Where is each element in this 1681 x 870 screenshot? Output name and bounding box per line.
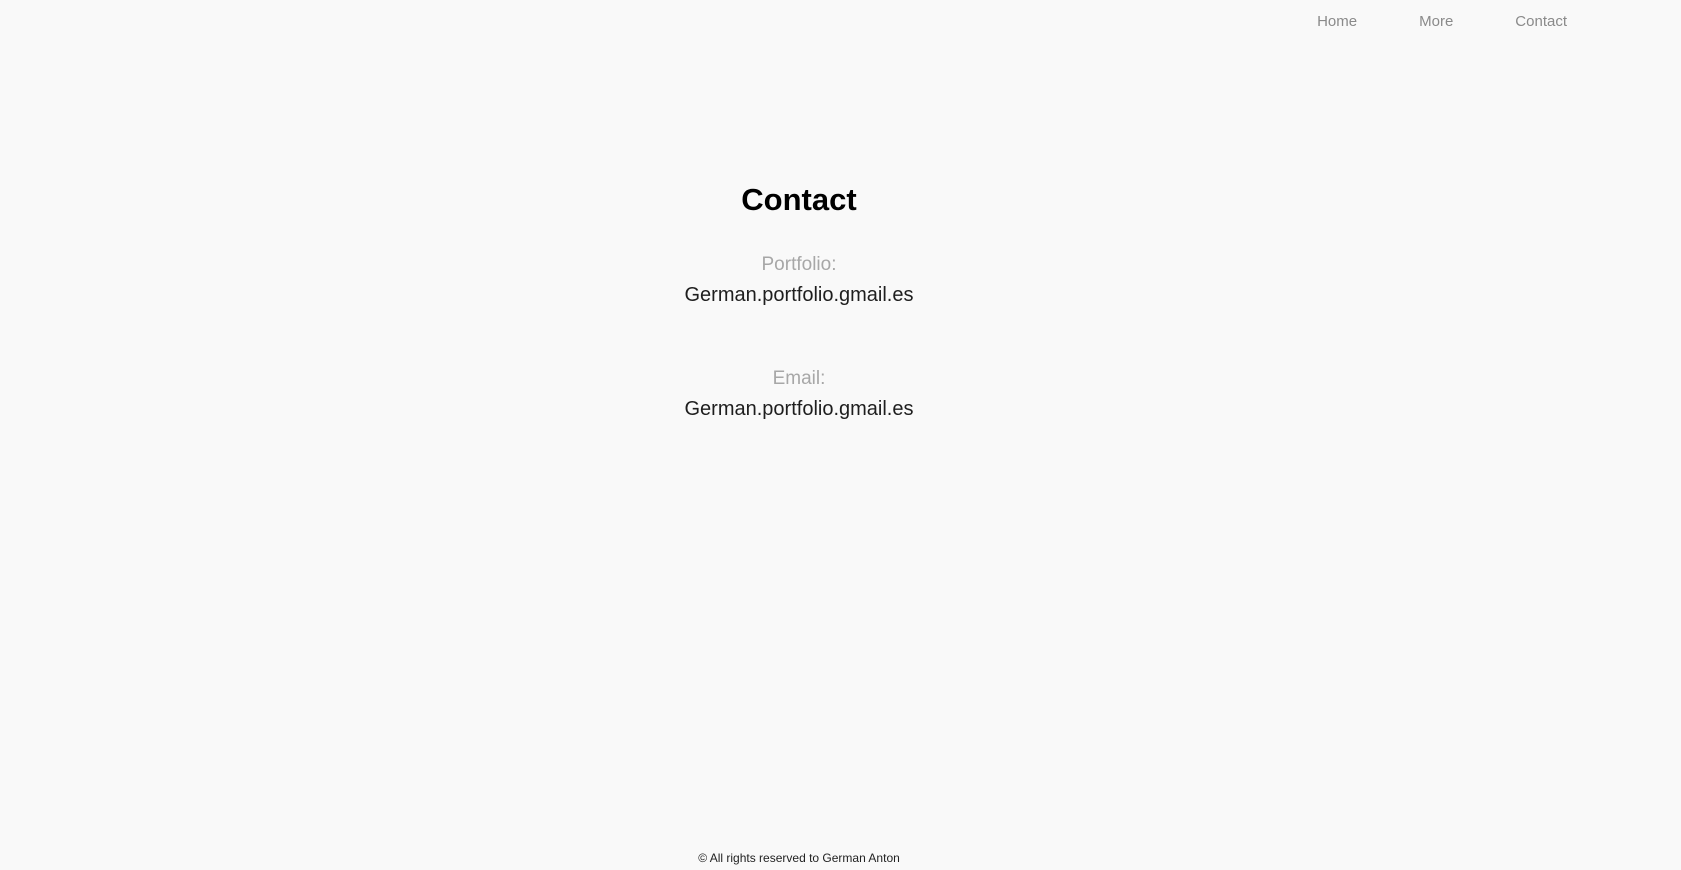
email-label: Email: [772,368,826,389]
top-nav: Home More Contact [1317,13,1567,30]
portfolio-entry: Portfolio: German.portfolio.gmail.es [0,250,1598,310]
contact-section: Contact Portfolio: German.portfolio.gmai… [0,180,1598,478]
footer-copyright: © All rights reserved to German Anton [698,851,900,865]
nav-link-more[interactable]: More [1419,13,1453,30]
email-value: German.portfolio.gmail.es [684,398,914,420]
portfolio-label: Portfolio: [761,254,837,275]
page: Home More Contact Contact Portfolio: Ger… [0,0,1681,870]
portfolio-value: German.portfolio.gmail.es [684,284,914,306]
email-entry: Email: German.portfolio.gmail.es [0,364,1598,424]
page-title: Contact [741,182,857,217]
nav-link-home[interactable]: Home [1317,13,1357,30]
nav-link-contact[interactable]: Contact [1515,13,1567,30]
